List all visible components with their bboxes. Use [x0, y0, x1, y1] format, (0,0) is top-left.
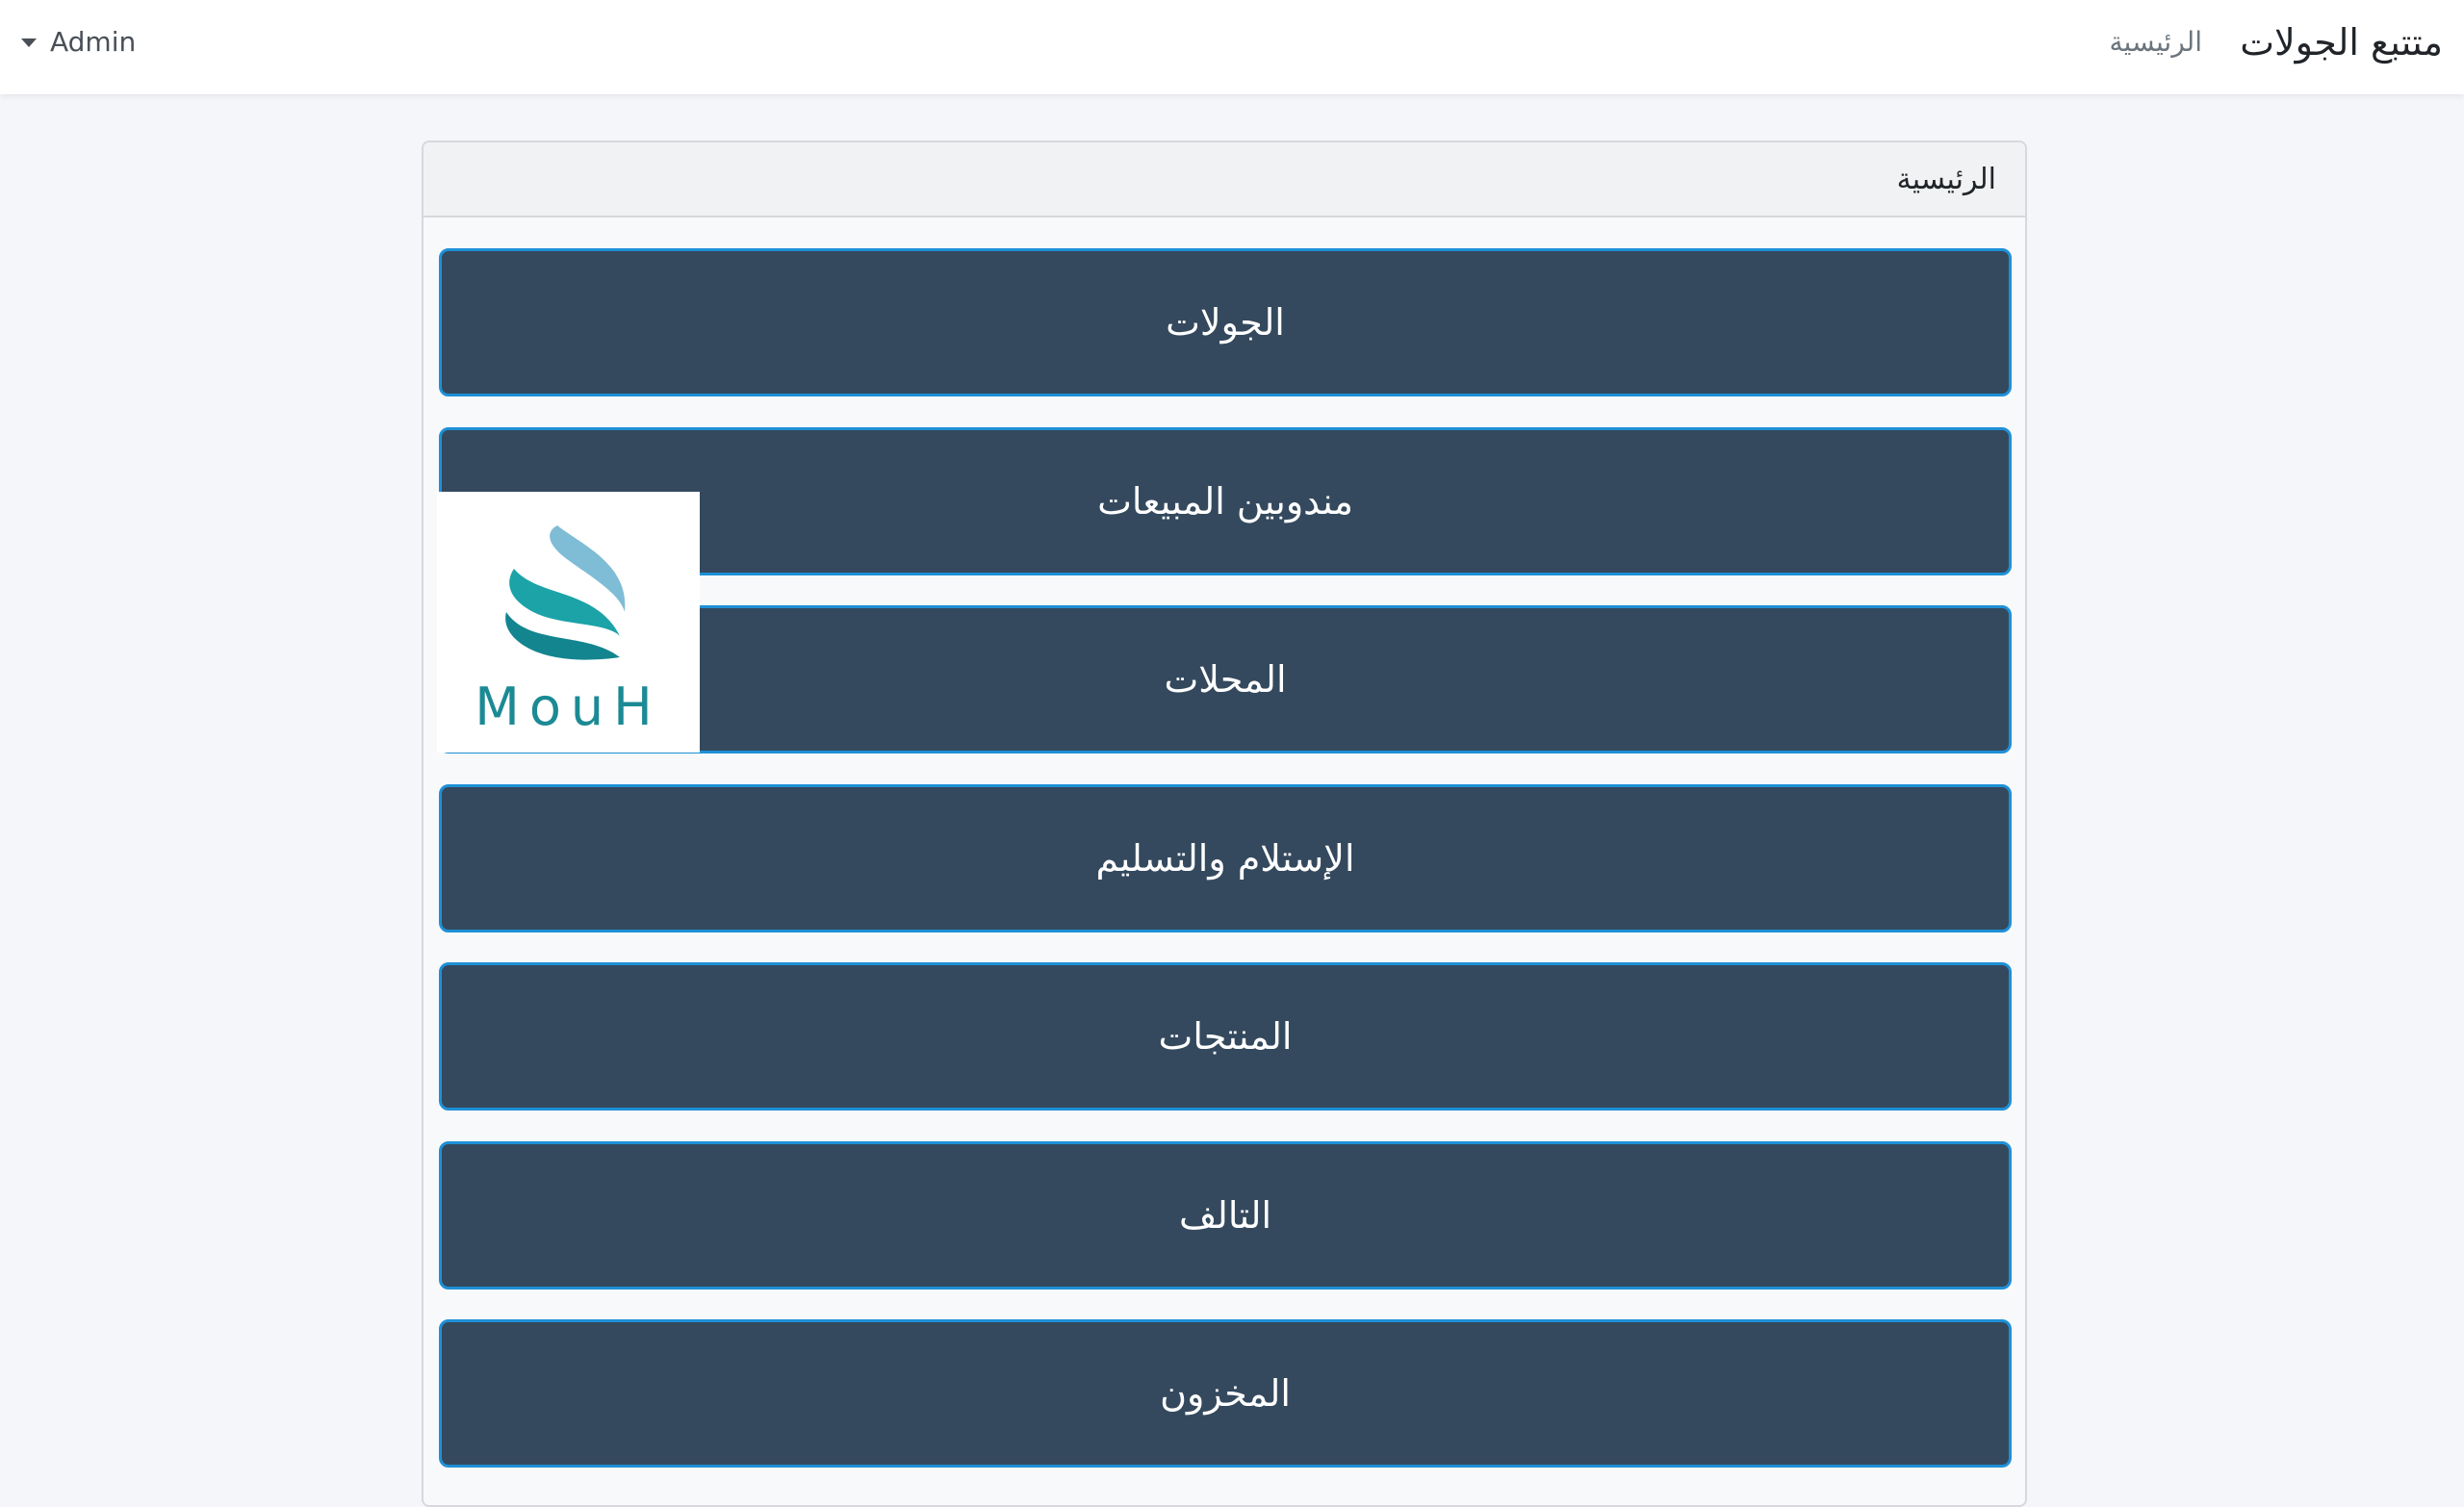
nav-home-link[interactable]: الرئيسية: [2110, 25, 2202, 60]
products-button[interactable]: المنتجات: [439, 962, 2012, 1111]
caret-down-icon: [21, 38, 37, 47]
damaged-button[interactable]: التالف: [439, 1141, 2012, 1290]
main-card: الرئيسية الجولات مندوبين المبيعات المحلا…: [422, 140, 2027, 1507]
tours-button[interactable]: الجولات: [439, 248, 2012, 396]
logo-text: MouH: [475, 677, 662, 737]
logo-mark-icon: [505, 525, 626, 660]
app-brand[interactable]: متتبع الجولات: [2240, 19, 2443, 65]
user-name: Admin: [50, 26, 137, 58]
mouh-logo: MouH: [437, 492, 700, 753]
top-navbar: متتبع الجولات الرئيسية Admin: [0, 0, 2464, 94]
receiving-delivery-button[interactable]: الإستلام والتسليم: [439, 784, 2012, 932]
inventory-button[interactable]: المخزون: [439, 1319, 2012, 1468]
card-header: الرئيسية: [424, 142, 2025, 217]
card-title: الرئيسية: [1896, 163, 1996, 196]
user-menu-toggle[interactable]: Admin: [21, 25, 136, 60]
